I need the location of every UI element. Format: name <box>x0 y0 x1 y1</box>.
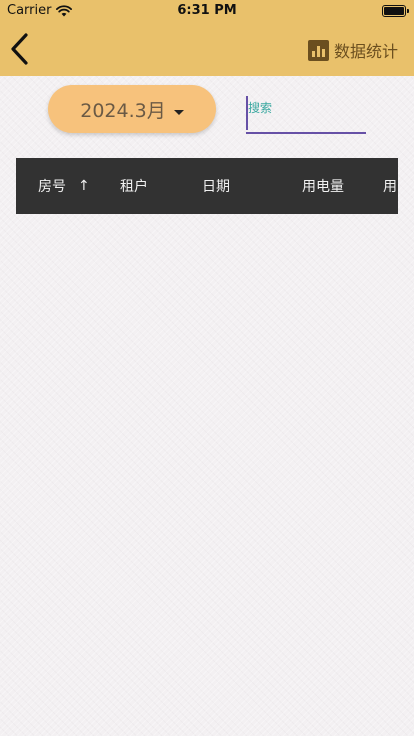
column-header-tenant[interactable]: 租户 <box>120 158 148 214</box>
statistics-label: 数据统计 <box>333 42 398 61</box>
column-label: 用电量 <box>302 179 344 195</box>
column-label: 租户 <box>120 179 148 195</box>
month-label: 2024.3月 <box>80 99 166 122</box>
column-header-room[interactable]: 房号 ↑ <box>38 158 90 214</box>
search-input[interactable] <box>246 96 366 134</box>
battery-icon <box>382 5 409 17</box>
chevron-left-icon <box>11 33 28 65</box>
search-field <box>246 96 366 134</box>
clock: 6:31 PM <box>177 3 237 18</box>
text-cursor <box>246 96 248 130</box>
column-label: 日期 <box>202 179 230 195</box>
table-header: 房号 ↑ 租户 日期 用电量 用 <box>16 158 398 214</box>
column-label: 房号 <box>38 179 66 195</box>
back-button[interactable] <box>8 32 34 66</box>
column-header-power-usage[interactable]: 用电量 <box>302 158 344 214</box>
statistics-button[interactable]: 数据统计 <box>307 38 398 62</box>
status-bar: Carrier 6:31 PM <box>0 0 414 22</box>
top-bar: Carrier 6:31 PM 数据统计 <box>0 0 414 76</box>
month-selector[interactable]: 2024.3月 <box>48 85 216 133</box>
column-header-date[interactable]: 日期 <box>202 158 230 214</box>
column-header-truncated[interactable]: 用 <box>383 158 397 214</box>
sort-arrow-icon: ↑ <box>78 178 90 194</box>
column-label: 用 <box>383 179 397 195</box>
bar-chart-icon <box>307 39 329 61</box>
dropdown-caret-icon <box>173 109 184 115</box>
